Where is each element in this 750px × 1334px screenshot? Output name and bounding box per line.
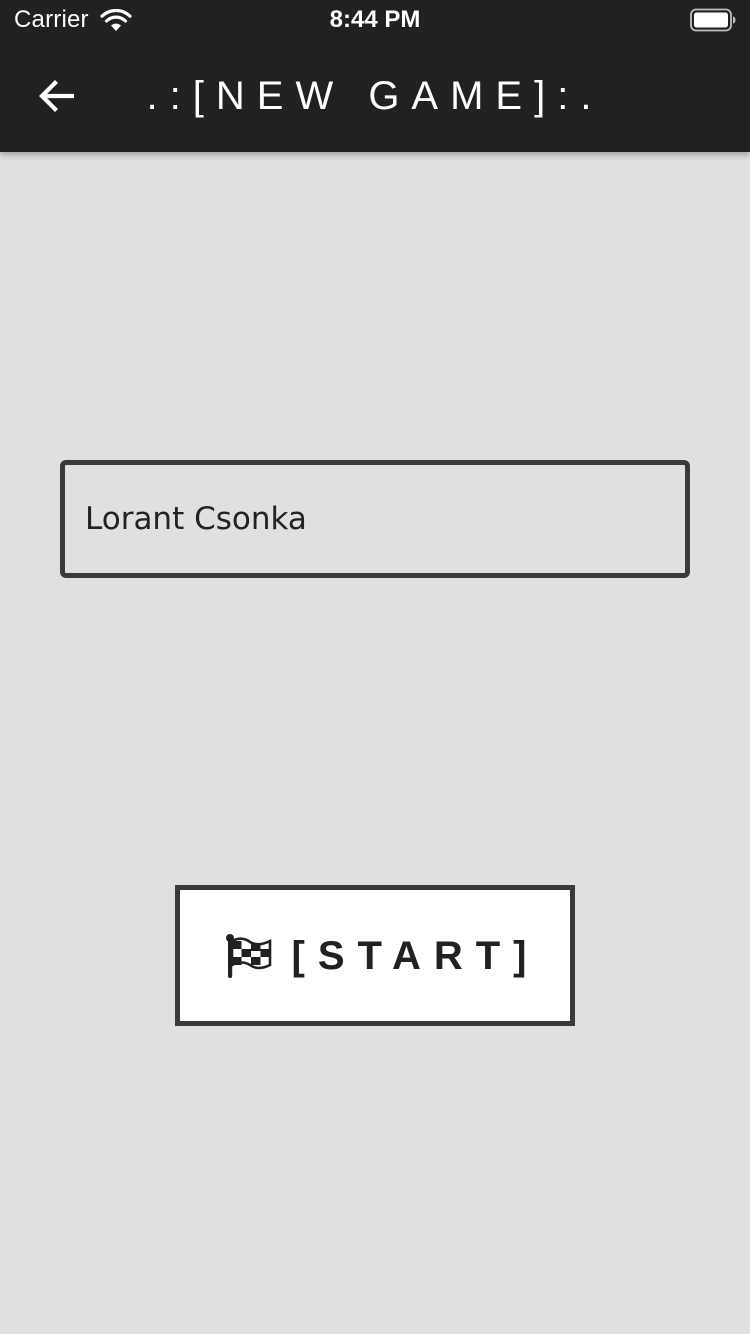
battery-icon	[690, 8, 736, 32]
page-title: .:[NEW GAME]:.	[146, 74, 604, 118]
player-name-field[interactable]	[60, 460, 690, 578]
start-button-label: [START]	[291, 933, 540, 978]
start-button[interactable]: [START]	[175, 885, 575, 1026]
new-game-screen: Carrier 8:44 PM .:[NEW GAME]:. Lorant Cs…	[0, 0, 750, 1334]
player-name-input[interactable]	[85, 465, 665, 573]
status-time: 8:44 PM	[329, 6, 421, 33]
checkered-flag-icon	[225, 933, 271, 978]
navigation-bar: .:[NEW GAME]:.	[0, 40, 750, 152]
status-bar: Carrier 8:44 PM	[0, 0, 750, 40]
app-bar: Carrier 8:44 PM .:[NEW GAME]:.	[0, 0, 750, 152]
